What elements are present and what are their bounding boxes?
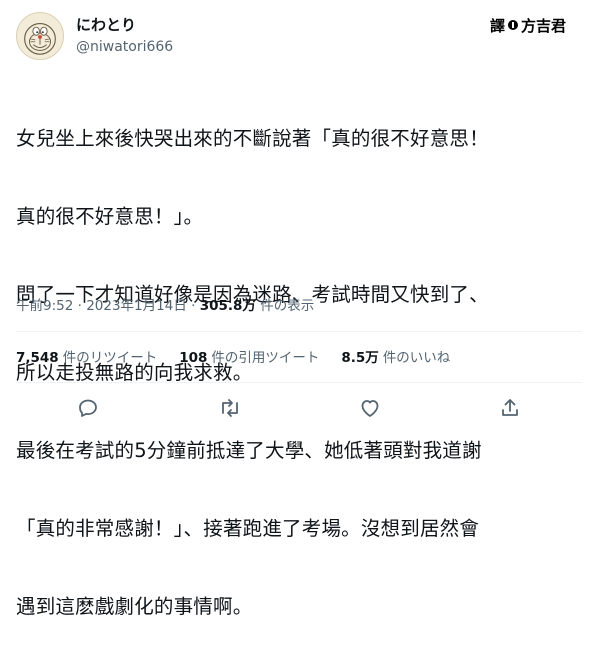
views-count: 305.8万 bbox=[199, 298, 256, 314]
divider bbox=[16, 382, 582, 383]
retweets-stat[interactable]: 7,548 件のリツイート bbox=[16, 349, 157, 367]
tweet-time[interactable]: 午前9:52 bbox=[16, 298, 73, 314]
tweet-line: 「真的非常感謝！」、接著跑進了考場。沒想到居然會 bbox=[16, 517, 480, 540]
credit-name: 方吉君 bbox=[521, 16, 567, 35]
display-name[interactable]: にわとり bbox=[76, 15, 136, 35]
retweet-icon bbox=[222, 399, 238, 417]
tweet-line: 遇到這麽戲劇化的事情啊。 bbox=[16, 595, 253, 618]
like-button[interactable] bbox=[358, 396, 382, 420]
reply-icon bbox=[79, 399, 97, 417]
meta-separator: · bbox=[73, 298, 87, 314]
likes-count: 8.5万 bbox=[341, 350, 379, 366]
quotes-stat[interactable]: 108 件の引用ツイート bbox=[179, 349, 319, 367]
views-label: 件の表示 bbox=[255, 298, 315, 314]
credit-separator-icon bbox=[508, 20, 519, 30]
share-button[interactable] bbox=[498, 396, 522, 420]
likes-stat[interactable]: 8.5万 件のいいね bbox=[341, 349, 450, 367]
avatar-doraemon-sketch bbox=[24, 22, 56, 55]
retweet-button[interactable] bbox=[218, 396, 242, 420]
tweet-line: 真的很不好意思！」。 bbox=[16, 205, 204, 228]
quotes-count: 108 bbox=[179, 350, 208, 366]
tweet-meta: 午前9:52 · 2023年1月14日 · 305.8万 件の表示 bbox=[16, 297, 314, 315]
user-handle[interactable]: @niwatori666 bbox=[76, 37, 173, 57]
likes-label: 件のいいね bbox=[382, 350, 451, 366]
quotes-label: 件の引用ツイート bbox=[211, 350, 320, 366]
retweets-label: 件のリツイート bbox=[62, 350, 158, 366]
like-icon bbox=[361, 400, 379, 417]
retweets-count: 7,548 bbox=[16, 350, 59, 366]
tweet-date[interactable]: 2023年1月14日 bbox=[86, 298, 187, 314]
reply-button[interactable] bbox=[76, 396, 100, 420]
tweet-line: 最後在考試的5分鐘前抵達了大學、她低著頭對我道謝 bbox=[16, 439, 482, 462]
meta-separator: · bbox=[186, 298, 200, 314]
translator-credit: 譯方吉君 bbox=[490, 14, 566, 36]
credit-label: 譯 bbox=[490, 16, 506, 35]
tweet-line: 女兒坐上來後快哭出來的不斷說著「真的很不好意思！ bbox=[16, 127, 489, 150]
share-icon bbox=[502, 399, 518, 416]
action-bar bbox=[0, 393, 598, 423]
avatar[interactable] bbox=[16, 12, 64, 60]
divider bbox=[16, 331, 582, 332]
engagement-stats: 7,548 件のリツイート 108 件の引用ツイート 8.5万 件のいいね bbox=[16, 349, 472, 367]
